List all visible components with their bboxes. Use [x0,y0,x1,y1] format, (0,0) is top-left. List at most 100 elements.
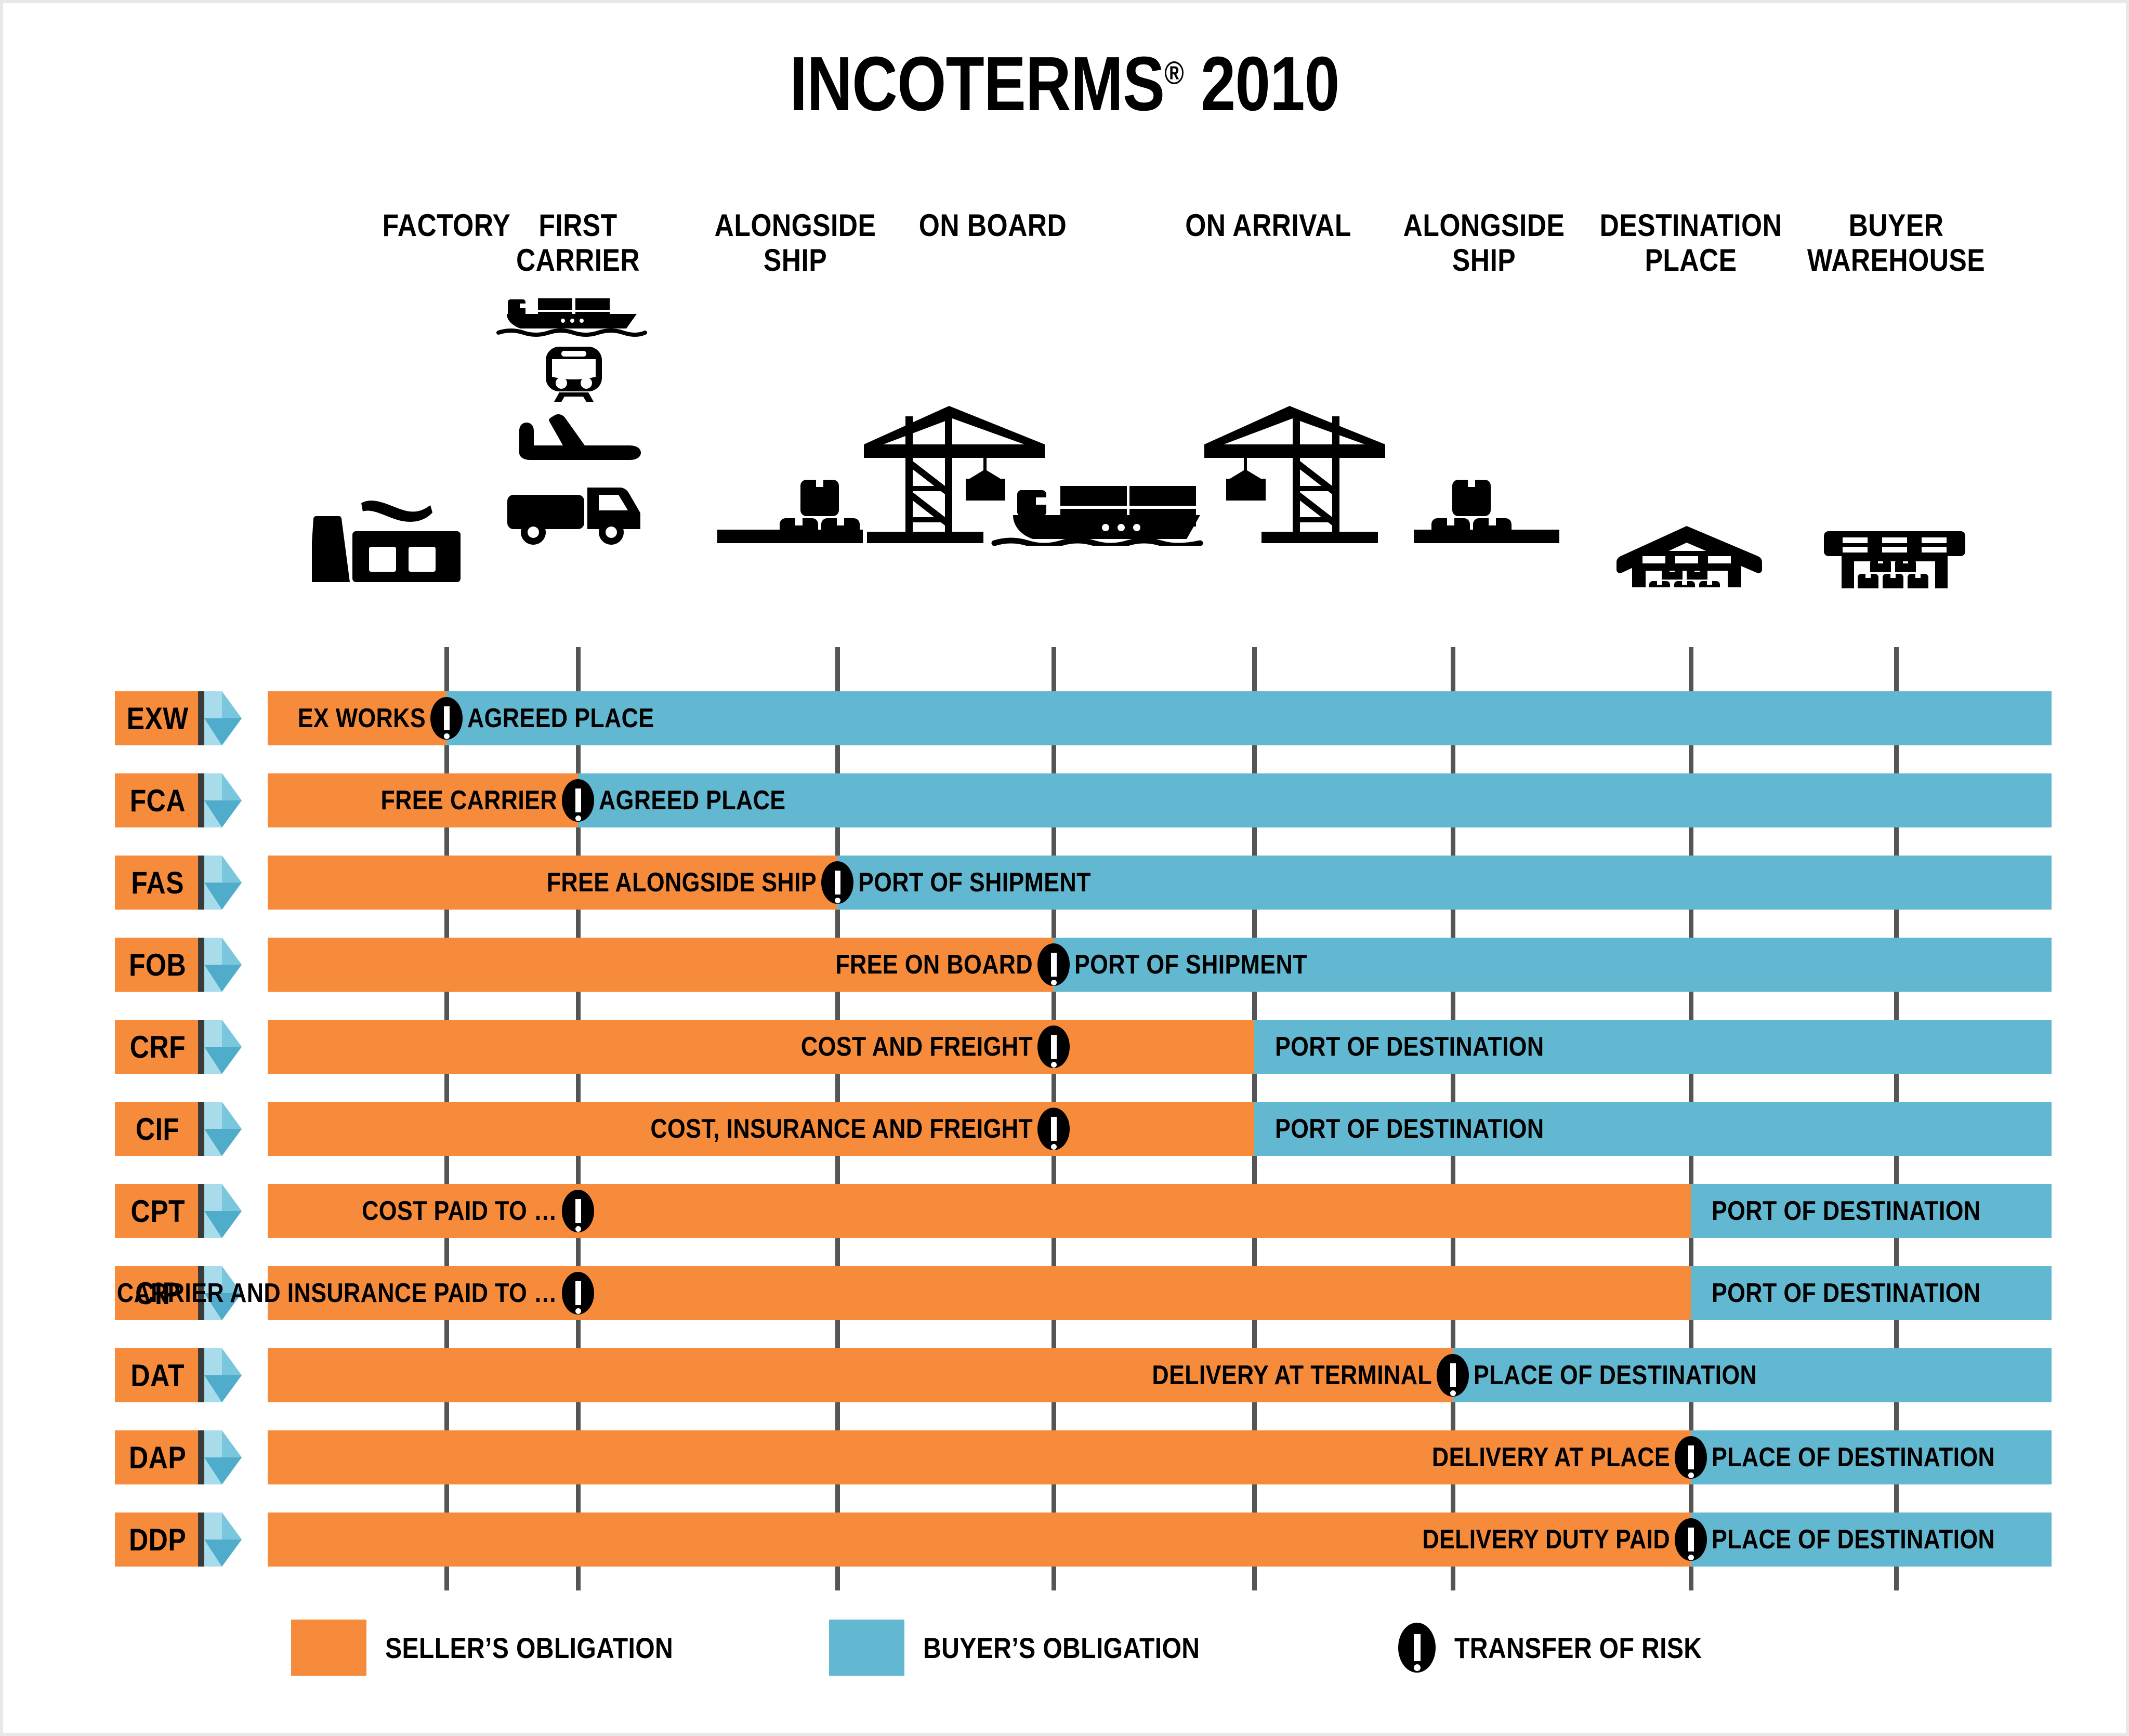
incoterm-row[interactable]: DDP DELIVERY DUTY PAID PLACE OF DESTINATIO… [0,1513,2129,1567]
incoterm-row[interactable]: FAS FREE ALONGSIDE SHIP PORT OF SHIPMENT [0,856,2129,910]
truck-icon [504,483,643,548]
legend-swatch-buyer [829,1620,904,1676]
transfer-of-risk-icon [1398,1623,1436,1673]
buyer-obligation-label: PORT OF SHIPMENT [858,867,1091,898]
chevron-right-icon [198,938,266,992]
incoterm-code-label: FCA [129,783,186,818]
incoterm-code-chip[interactable]: DAT [115,1348,201,1402]
chevron-right-icon [198,856,266,910]
column-header-on-board: ON BOARD [859,208,1127,243]
transfer-of-risk-icon [562,779,594,822]
transfer-of-risk-icon [1675,1436,1707,1479]
column-header-line1: BUYER [1848,208,1944,243]
train-icon [541,346,608,405]
incoterm-code-chip[interactable]: CPT [115,1184,201,1238]
column-header-line2: SHIP [763,243,827,278]
seller-obligation-label: COST AND FREIGHT [800,1032,1033,1062]
transfer-of-risk-icon [1037,943,1070,986]
obligation-bar[interactable]: COST, INSURANCE AND FREIGHT PORT OF DESTI… [268,1102,2052,1156]
incoterm-code-label: CIF [136,1111,180,1147]
incoterm-row[interactable]: CPT COST PAID TO … PORT OF DESTINATION [0,1184,2129,1238]
legend-label-seller: SELLER’S OBLIGATION [385,1631,674,1664]
incoterm-code-chip[interactable]: DAP [115,1430,201,1484]
incoterm-code-label: FAS [131,865,185,900]
buyer-obligation-segment [578,773,2052,827]
incoterm-code-label: FOB [129,947,187,982]
transfer-of-risk-icon [821,861,853,904]
incoterm-code-chip[interactable]: FCA [115,773,201,827]
incoterm-code-chip[interactable]: EXW [115,691,201,745]
legend-item-buyer: BUYER’S OBLIGATION [829,1620,1245,1676]
legend: SELLER’S OBLIGATION BUYER’S OBLIGATION T… [0,1611,2129,1689]
chevron-right-icon [198,691,266,745]
buyer-obligation-segment [446,691,2052,745]
incoterm-code-chip[interactable]: CRF [115,1020,201,1074]
transfer-of-risk-icon [562,1272,594,1314]
obligation-bar[interactable]: DELIVERY AT TERMINAL PLACE OF DESTINATION [268,1348,2052,1402]
seller-obligation-label: CARRIER AND INSURANCE PAID TO … [116,1278,558,1308]
incoterm-row[interactable]: FOB FREE ON BOARD PORT OF SHIPMENT [0,938,2129,992]
transfer-of-risk-icon [430,697,463,740]
incoterm-code-chip[interactable]: FAS [115,856,201,910]
incoterm-code-label: CPT [130,1193,185,1229]
incoterm-code-label: DDP [129,1522,187,1557]
incoterm-code-chip[interactable]: FOB [115,938,201,992]
seller-obligation-label: DELIVERY AT TERMINAL [1152,1360,1432,1390]
buyer-obligation-label: PLACE OF DESTINATION [1474,1360,1757,1390]
column-header-buyer-warehouse: BUYER WAREHOUSE [1762,208,2030,278]
buyer-obligation-label: PORT OF DESTINATION [1712,1278,1981,1308]
buyer-obligation-label: PORT OF DESTINATION [1712,1196,1981,1226]
seller-obligation-label: DELIVERY AT PLACE [1431,1442,1670,1472]
chevron-right-icon [198,1184,266,1238]
incoterm-row[interactable]: EXW EX WORKS AGREED PLACE [0,691,2129,745]
buyer-obligation-label: PORT OF DESTINATION [1275,1114,1544,1144]
legend-label-risk: TRANSFER OF RISK [1454,1631,1702,1664]
obligation-bar[interactable]: FREE ALONGSIDE SHIP PORT OF SHIPMENT [268,856,2052,910]
chevron-right-icon [198,1513,266,1567]
crane-icon [1198,403,1390,546]
incoterm-code-chip[interactable]: CIF [115,1102,201,1156]
buyer-obligation-label: AGREED PLACE [599,785,786,816]
seller-obligation-label: FREE ON BOARD [835,950,1033,980]
incoterm-code-label: DAP [129,1440,187,1475]
incoterm-code-chip[interactable]: DDP [115,1513,201,1567]
obligation-bar[interactable]: FREE ON BOARD PORT OF SHIPMENT [268,938,2052,992]
dock-boxes-icon [717,476,863,546]
chevron-right-icon [198,1430,266,1484]
transfer-of-risk-icon [562,1190,594,1232]
incoterm-row[interactable]: CIF COST, INSURANCE AND FREIGHT PORT OF DE… [0,1102,2129,1156]
ship-icon [496,296,647,340]
obligation-bar[interactable]: COST AND FREIGHT PORT OF DESTINATION [268,1020,2052,1074]
transfer-of-risk-icon [1037,1025,1070,1068]
legend-item-seller: SELLER’S OBLIGATION [291,1620,720,1676]
incoterm-row[interactable]: CRF COST AND FREIGHT PORT OF DESTINATION [0,1020,2129,1074]
obligation-bar[interactable]: DELIVERY AT PLACE PLACE OF DESTINATION [268,1430,2052,1484]
seller-obligation-label: COST PAID TO … [362,1196,557,1226]
obligation-bar[interactable]: EX WORKS AGREED PLACE [268,691,2052,745]
legend-swatch-seller [291,1620,366,1676]
seller-obligation-label: DELIVERY DUTY PAID [1422,1524,1670,1555]
factory-icon [309,499,463,585]
incoterm-row[interactable]: FCA FREE CARRIER AGREED PLACE [0,773,2129,827]
obligation-bar[interactable]: FREE CARRIER AGREED PLACE [268,773,2052,827]
dock-boxes-icon [1414,476,1559,546]
buyer-obligation-label: AGREED PLACE [467,703,654,733]
buyer-obligation-label: PLACE OF DESTINATION [1712,1524,1995,1555]
transfer-of-risk-icon [1437,1354,1469,1397]
obligation-bar[interactable]: COST PAID TO … PORT OF DESTINATION [268,1184,2052,1238]
transfer-of-risk-icon [1037,1108,1070,1150]
seller-obligation-label: FREE CARRIER [380,785,557,816]
obligation-bar[interactable]: DELIVERY DUTY PAID PLACE OF DESTINATION [268,1513,2052,1567]
buyer-obligation-label: PLACE OF DESTINATION [1712,1442,1995,1472]
obligation-bar[interactable]: CARRIER AND INSURANCE PAID TO … PORT OF D… [116,1266,2052,1320]
incoterm-row[interactable]: CIP CARRIER AND INSURANCE PAID TO … PORT O… [0,1266,2129,1320]
warehouse-peak-icon [1611,525,1762,590]
incoterm-code-label: DAT [130,1358,185,1393]
column-header-line2: WAREHOUSE [1807,243,1986,278]
chevron-right-icon [198,773,266,827]
milestone-icon-band [0,291,2129,665]
incoterm-row[interactable]: DAP DELIVERY AT PLACE PLACE OF DESTINATION [0,1430,2129,1484]
incoterm-code-label: EXW [127,701,189,736]
warehouse-flat-icon [1822,530,1967,591]
incoterm-row[interactable]: DAT DELIVERY AT TERMINAL PLACE OF DESTINAT… [0,1348,2129,1402]
